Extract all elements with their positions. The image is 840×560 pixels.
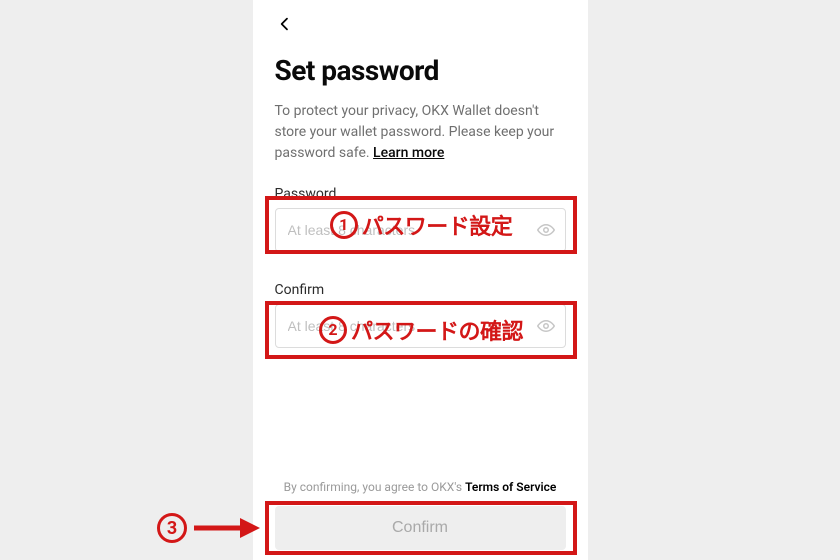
confirm-button[interactable]: Confirm: [275, 506, 566, 550]
confirm-input-wrap: [275, 304, 566, 348]
set-password-card: Set password To protect your privacy, OK…: [253, 0, 588, 560]
eye-icon: [537, 317, 555, 335]
terms-text: By confirming, you agree to OKX's Terms …: [275, 480, 566, 494]
confirm-input[interactable]: [275, 304, 566, 348]
toggle-password-visibility[interactable]: [536, 220, 556, 240]
toggle-confirm-visibility[interactable]: [536, 316, 556, 336]
spacer: [275, 378, 566, 480]
eye-icon: [537, 221, 555, 239]
password-label: Password: [275, 186, 566, 202]
password-input[interactable]: [275, 208, 566, 252]
confirm-label: Confirm: [275, 282, 566, 298]
description: To protect your privacy, OKX Wallet does…: [275, 101, 566, 164]
terms-of-service-link[interactable]: Terms of Service: [465, 480, 556, 494]
annotation-3-arrow: [192, 516, 262, 540]
chevron-left-icon: [277, 16, 293, 32]
back-button[interactable]: [273, 12, 297, 36]
password-input-wrap: [275, 208, 566, 252]
learn-more-link[interactable]: Learn more: [373, 145, 444, 161]
annotation-3-number: 3: [157, 513, 187, 543]
page-title: Set password: [275, 54, 566, 87]
terms-prefix: By confirming, you agree to OKX's: [284, 480, 465, 494]
